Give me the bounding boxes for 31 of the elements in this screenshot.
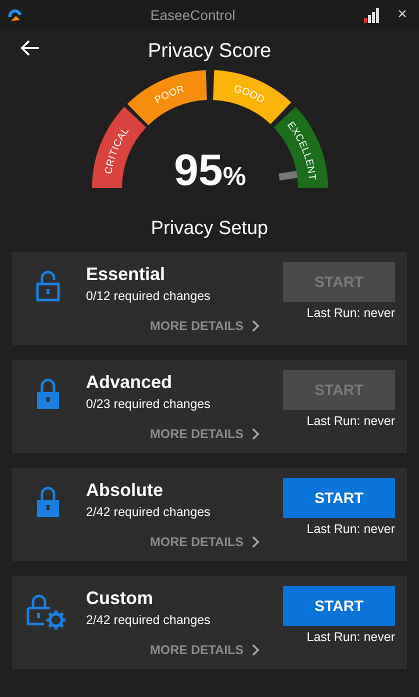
chevron-icon [252,644,260,656]
more-details-link[interactable]: MORE DETAILS [150,643,260,657]
last-run: Last Run: never [306,306,395,320]
score-value: 95% [173,146,246,192]
profile-name: Custom [86,588,154,609]
start-button[interactable]: START [283,478,395,518]
profile-name: Advanced [86,372,174,393]
profile-name: Essential [86,264,166,285]
window-title: EaseeControl [149,7,236,23]
chevron-icon [252,320,260,332]
profile-name: Absolute [86,480,164,501]
chevron-icon [252,428,260,440]
required-changes: 0/12 required changes [86,289,212,303]
last-run: Last Run: never [306,522,395,536]
last-run: Last Run: never [306,414,395,428]
signal-bars-icon [364,7,382,23]
unlocked-padlock-icon [36,270,60,302]
app-logo-icon [8,8,22,22]
more-details-link[interactable]: MORE DETAILS [150,535,260,549]
gauge-segment: GOOD [212,70,291,124]
chevron-icon [252,536,260,548]
required-changes: 2/42 required changes [86,505,212,519]
required-changes: 0/23 required changes [86,397,212,411]
required-changes: 2/42 required changes [86,613,212,627]
padlock-icon [36,486,60,518]
start-button[interactable]: START [283,586,395,626]
page-title: Privacy Score [148,40,272,62]
padlock-icon [36,378,60,410]
close-button[interactable]: × [394,6,411,24]
section-title: Privacy Setup [150,218,270,240]
last-run: Last Run: never [306,630,395,644]
